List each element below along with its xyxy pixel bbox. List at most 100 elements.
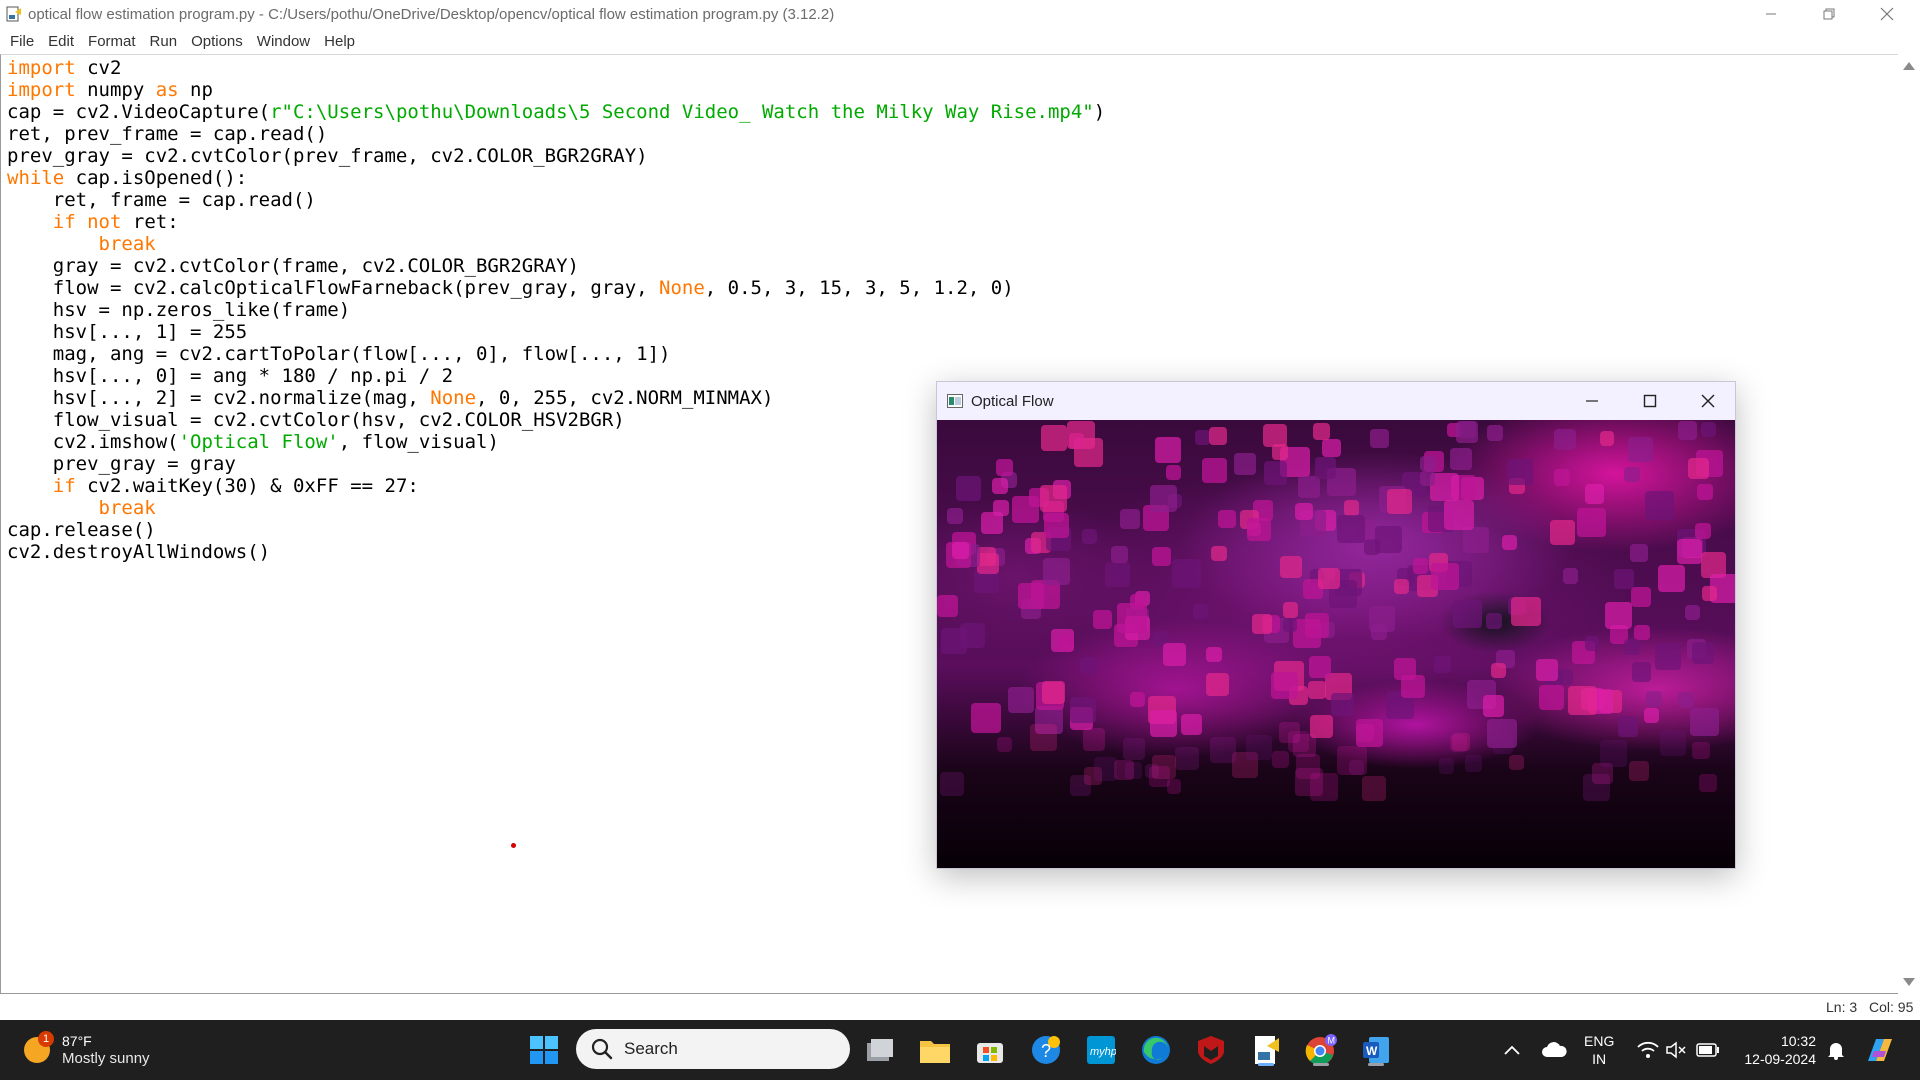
code-line[interactable]: import cv2 — [7, 57, 1898, 79]
flow-maximize-button[interactable] — [1621, 382, 1679, 420]
code-line[interactable]: cap = cv2.VideoCapture(r"C:\Users\pothu\… — [7, 101, 1898, 123]
flow-texture-block — [1631, 661, 1652, 682]
flow-texture-block — [1322, 438, 1341, 458]
clock-date: 12-09-2024 — [1744, 1051, 1816, 1067]
flow-minimize-button[interactable] — [1563, 382, 1621, 420]
code-line[interactable]: if not ret: — [7, 211, 1898, 233]
menu-file[interactable]: File — [4, 33, 42, 50]
code-line[interactable]: mag, ang = cv2.cartToPolar(flow[..., 0],… — [7, 343, 1898, 365]
menu-window[interactable]: Window — [251, 33, 318, 50]
edge-button[interactable] — [1136, 1030, 1176, 1070]
bell-icon — [1828, 1043, 1844, 1060]
myhp-button[interactable]: myhp — [1081, 1030, 1121, 1070]
vertical-scrollbar[interactable] — [1898, 54, 1920, 994]
scroll-down-arrow-icon[interactable] — [1903, 978, 1915, 986]
flow-texture-block — [1599, 431, 1615, 446]
code-token: ret: — [121, 211, 179, 233]
menu-format[interactable]: Format — [82, 33, 144, 50]
flow-texture-block — [1149, 765, 1171, 787]
code-line[interactable]: while cap.isOpened(): — [7, 167, 1898, 189]
copilot-icon — [1868, 1039, 1892, 1061]
microsoft-store-button[interactable] — [970, 1030, 1010, 1070]
flow-texture-block — [1295, 754, 1321, 779]
flow-texture-block — [1420, 471, 1435, 486]
restore-button[interactable] — [1800, 0, 1858, 28]
flow-texture-block — [1282, 602, 1298, 618]
flow-texture-block — [1247, 517, 1271, 541]
flow-texture-block — [1206, 673, 1230, 697]
code-token: 'Optical Flow' — [178, 431, 339, 453]
code-line[interactable]: gray = cv2.cvtColor(frame, cv2.COLOR_BGR… — [7, 255, 1898, 277]
flow-texture-block — [1082, 728, 1105, 751]
flow-texture-block — [1279, 555, 1303, 579]
flow-texture-block — [1687, 457, 1710, 480]
code-token: ret, frame = cap.read() — [7, 189, 316, 211]
code-line[interactable]: hsv[..., 1] = 255 — [7, 321, 1898, 343]
code-token: hsv[..., 0] = ang * 180 / np.pi / 2 — [7, 365, 454, 387]
menu-options[interactable]: Options — [185, 33, 251, 50]
notifications-button[interactable] — [1816, 1030, 1856, 1070]
close-button[interactable] — [1858, 0, 1916, 28]
language-code: ENG — [1584, 1033, 1615, 1049]
code-token: numpy — [75, 79, 156, 101]
code-line[interactable]: ret, frame = cap.read() — [7, 189, 1898, 211]
idle-taskbar-button[interactable] — [1246, 1030, 1286, 1070]
chrome-button[interactable]: M — [1301, 1030, 1341, 1070]
weather-condition: Mostly sunny — [62, 1050, 150, 1067]
flow-texture-block — [1246, 734, 1272, 761]
code-token: flow_visual = cv2.cvtColor(hsv, cv2.COLO… — [7, 409, 625, 431]
flow-texture-block — [970, 703, 1001, 734]
flow-texture-block — [1563, 568, 1579, 584]
menu-run[interactable]: Run — [144, 33, 186, 50]
flow-texture-block — [976, 546, 997, 567]
flow-texture-block — [1553, 469, 1571, 486]
flow-texture-block — [1486, 613, 1503, 629]
flow-texture-block — [1584, 484, 1605, 504]
copilot-button[interactable] — [1860, 1030, 1900, 1070]
start-button[interactable] — [524, 1030, 564, 1070]
menu-edit[interactable]: Edit — [42, 33, 82, 50]
clock[interactable]: 10:32 12-09-2024 — [1738, 1032, 1816, 1068]
flow-texture-block — [1629, 544, 1648, 562]
code-line[interactable]: hsv = np.zeros_like(frame) — [7, 299, 1898, 321]
show-hidden-icons-button[interactable] — [1492, 1030, 1532, 1070]
mcafee-button[interactable] — [1191, 1030, 1231, 1070]
scroll-up-arrow-icon[interactable] — [1903, 62, 1915, 70]
code-token: None — [659, 277, 705, 299]
flow-texture-block — [1557, 669, 1574, 685]
menu-help[interactable]: Help — [318, 33, 363, 50]
task-view-button[interactable] — [860, 1030, 900, 1070]
mcafee-shield-icon — [1198, 1036, 1224, 1064]
code-line[interactable]: flow = cv2.calcOpticalFlowFarneback(prev… — [7, 277, 1898, 299]
optical-flow-titlebar[interactable]: Optical Flow — [937, 382, 1735, 420]
code-line[interactable]: break — [7, 233, 1898, 255]
language-indicator[interactable]: ENG IN — [1584, 1032, 1614, 1068]
code-line[interactable]: ret, prev_frame = cap.read() — [7, 123, 1898, 145]
battery-button[interactable] — [1688, 1030, 1728, 1070]
flow-texture-block — [1617, 716, 1638, 737]
code-line[interactable]: import numpy as np — [7, 79, 1898, 101]
flow-texture-block — [1163, 642, 1186, 666]
flow-close-button[interactable] — [1679, 382, 1737, 420]
flow-texture-block — [1412, 558, 1429, 574]
code-token: , 0, 255, cv2.NORM_MINMAX) — [476, 387, 774, 409]
onedrive-button[interactable] — [1534, 1030, 1574, 1070]
code-token: cv2.destroyAllWindows() — [7, 541, 271, 563]
code-token: None — [430, 387, 477, 409]
code-token: hsv = np.zeros_like(frame) — [7, 299, 351, 321]
code-token: hsv[..., 2] = cv2.normalize(mag, — [7, 387, 431, 409]
file-explorer-button[interactable] — [915, 1030, 955, 1070]
code-line[interactable]: prev_gray = cv2.cvtColor(prev_frame, cv2… — [7, 145, 1898, 167]
word-button[interactable]: W — [1356, 1030, 1396, 1070]
flow-texture-block — [1697, 483, 1714, 500]
optical-flow-title: Optical Flow — [971, 392, 1054, 410]
flow-texture-block — [1180, 714, 1203, 736]
get-help-button[interactable]: ? — [1026, 1030, 1066, 1070]
weather-widget[interactable]: 1 87°F Mostly sunny — [24, 1030, 150, 1070]
task-view-icon — [867, 1039, 893, 1061]
optical-flow-window[interactable]: Optical Flow — [936, 381, 1736, 869]
minimize-button[interactable] — [1742, 0, 1800, 28]
taskbar-search[interactable]: Search — [576, 1029, 850, 1069]
flow-texture-block — [1175, 746, 1199, 771]
